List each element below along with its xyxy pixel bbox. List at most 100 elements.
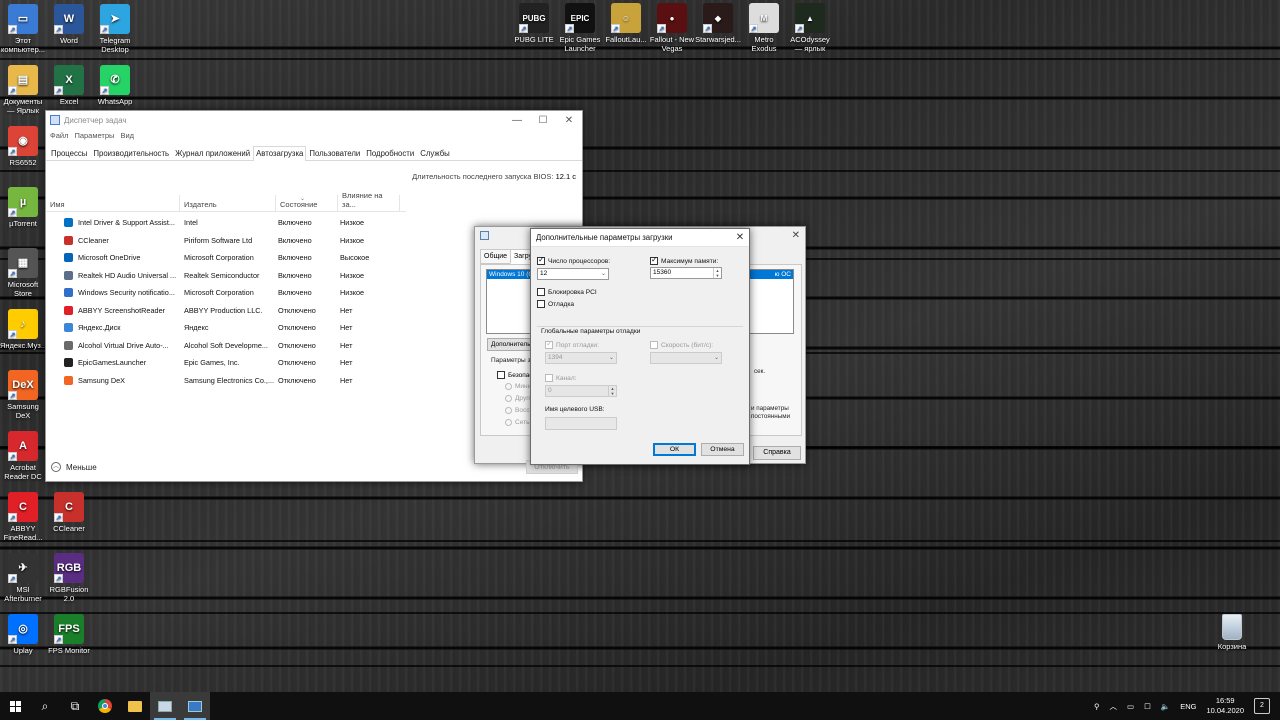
desktop-shortcut[interactable]: M ↗ Metro Exodus xyxy=(741,3,787,53)
desktop-shortcut[interactable]: ◆ ↗ Starwarsjed... xyxy=(695,3,741,44)
tab-app-history[interactable]: Журнал приложений xyxy=(172,146,253,160)
clock[interactable]: 16:59 10.04.2020 xyxy=(1206,696,1244,716)
menu-file[interactable]: Файл xyxy=(50,131,68,140)
tab-services[interactable]: Службы xyxy=(417,146,453,160)
desktop-shortcut[interactable]: RGB ↗ RGBFusion 2.0 xyxy=(46,553,92,603)
desktop-shortcut[interactable]: ▲ ↗ ACOdyssey — ярлык xyxy=(787,3,833,53)
desktop-shortcut[interactable]: PUBG ↗ PUBG LITE xyxy=(511,3,557,44)
spin-arrows-icon[interactable]: ▲ ▼ xyxy=(713,268,721,278)
column-impact[interactable]: Влияние на за... xyxy=(338,191,400,211)
task-manager-titlebar[interactable]: Диспетчер задач — ☐ ✕ xyxy=(46,111,582,129)
desktop-shortcut[interactable]: EPIC ↗ Epic Games Launcher xyxy=(557,3,603,53)
tab-general[interactable]: Общие xyxy=(480,249,512,264)
fewer-details-button[interactable]: ︿ Меньше xyxy=(51,462,97,472)
debug-port-select[interactable]: 1394 ⌄ xyxy=(545,352,617,364)
table-row[interactable]: Intel Driver & Support Assist... Intel Вкл… xyxy=(46,214,406,232)
search-icon[interactable]: ⌕ xyxy=(30,692,60,720)
desktop-shortcut[interactable]: DeX ↗ Samsung DeX xyxy=(0,370,46,420)
table-row[interactable]: Realtek HD Audio Universal ... Realtek Se… xyxy=(46,267,406,285)
msconfig-taskbar-icon[interactable] xyxy=(150,692,180,720)
desktop-shortcut[interactable]: ● ↗ Fallout - New Vegas xyxy=(649,3,695,53)
pci-lock-checkbox[interactable]: Блокировка PCI xyxy=(537,288,597,296)
dialog-titlebar[interactable]: Дополнительные параметры загрузки ✕ xyxy=(531,229,749,247)
tab-performance[interactable]: Производительность xyxy=(90,146,172,160)
chrome-icon: ◉ ↗ xyxy=(8,126,38,156)
usb-target-field[interactable] xyxy=(545,417,617,430)
table-row[interactable]: Windows Security notificatio... Microsoft… xyxy=(46,284,406,302)
desktop-shortcut[interactable]: ♪ ↗ Яндекс.Муз... xyxy=(0,309,47,350)
radio-repair[interactable]: Восст xyxy=(505,407,532,414)
notifications-icon[interactable]: 2 xyxy=(1254,698,1270,714)
tab-startup[interactable]: Автозагрузка xyxy=(253,146,307,161)
channel-checkbox[interactable]: Канал: xyxy=(545,374,577,382)
close-icon[interactable]: ✕ xyxy=(792,230,800,241)
desktop-shortcut[interactable]: ▭ ↗ Этот компьютер... xyxy=(0,4,46,54)
cpu-count-checkbox[interactable]: Число процессоров: xyxy=(537,255,610,265)
radio-network[interactable]: Сеть xyxy=(505,419,529,426)
table-row[interactable]: ABBYY ScreenshotReader ABBYY Production L… xyxy=(46,302,406,320)
desktop-shortcut[interactable]: A ↗ Acrobat Reader DC xyxy=(0,431,46,481)
safe-boot-checkbox[interactable]: Безопас xyxy=(497,371,533,379)
maximize-icon[interactable]: ☐ xyxy=(530,115,556,126)
task-manager-taskbar-icon[interactable] xyxy=(180,692,210,720)
tab-details[interactable]: Подробности xyxy=(363,146,417,160)
baud-rate-select[interactable]: ⌄ xyxy=(650,352,722,364)
desktop-shortcut[interactable]: ◎ ↗ Uplay xyxy=(0,614,46,655)
radio-alternate[interactable]: Друго xyxy=(505,395,532,402)
desktop-shortcut[interactable]: µ ↗ µTorrent xyxy=(0,187,46,228)
desktop-shortcut[interactable]: W ↗ Word xyxy=(46,4,92,45)
close-icon[interactable]: ✕ xyxy=(731,232,749,243)
chevron-up-icon[interactable]: ︿ xyxy=(1110,701,1118,712)
volume-icon[interactable]: 🔈 xyxy=(1161,702,1170,711)
cpu-count-select[interactable]: 12 ⌄ xyxy=(537,268,609,280)
icon-glyph: X xyxy=(65,73,73,86)
close-icon[interactable]: ✕ xyxy=(556,115,582,126)
help-button[interactable]: Справка xyxy=(753,446,801,460)
desktop-shortcut[interactable]: ✆ ↗ WhatsApp xyxy=(92,65,138,106)
column-status[interactable]: ⌄ Состояние xyxy=(276,195,338,211)
radio-minimal[interactable]: Мини xyxy=(505,383,531,390)
desktop-shortcut[interactable]: ◉ ↗ RS6552 xyxy=(0,126,46,167)
cancel-button[interactable]: Отмена xyxy=(701,443,744,456)
max-memory-checkbox[interactable]: Максимум памяти: xyxy=(650,255,718,265)
desktop-shortcut[interactable]: C ↗ CCleaner xyxy=(46,492,92,533)
file-explorer-icon[interactable] xyxy=(120,692,150,720)
desktop-shortcut[interactable]: FPS ↗ FPS Monitor xyxy=(46,614,92,655)
table-row[interactable]: EpicGamesLauncher Epic Games, Inc. Отключе… xyxy=(46,354,406,372)
language-indicator[interactable]: ENG xyxy=(1180,702,1196,711)
desktop-shortcut[interactable]: ➤ ↗ Telegram Desktop xyxy=(92,4,138,54)
table-row[interactable]: Microsoft OneDrive Microsoft Corporation В… xyxy=(46,249,406,267)
debug-port-checkbox[interactable]: Порт отладки: xyxy=(545,339,599,349)
tab-processes[interactable]: Процессы xyxy=(48,146,90,160)
column-name[interactable]: Имя xyxy=(46,195,180,211)
debug-checkbox[interactable]: Отладка xyxy=(537,300,574,308)
task-view-icon[interactable]: ⧉ xyxy=(60,692,90,720)
desktop-shortcut[interactable]: X ↗ Excel xyxy=(46,65,92,106)
table-row[interactable]: Alcohol Virtual Drive Auto-... Alcohol So… xyxy=(46,337,406,355)
minimize-icon[interactable]: — xyxy=(504,115,530,126)
action-center-small-icon[interactable]: ☐ xyxy=(1144,702,1151,711)
desktop-shortcut[interactable]: ☺ ↗ FalloutLau... xyxy=(603,3,649,44)
start-button[interactable] xyxy=(0,692,30,720)
max-memory-spinner[interactable]: 15360 ▲ ▼ xyxy=(650,267,722,279)
table-row[interactable]: CCleaner Piriform Software Ltd Включено Низ… xyxy=(46,232,406,250)
desktop-shortcut[interactable]: C ↗ ABBYY FineRead... xyxy=(0,492,46,542)
desktop-shortcut[interactable]: ✈ ↗ MSI Afterburner xyxy=(0,553,46,603)
table-row[interactable]: Яндекс.Диск Яндекс Отключено Нет xyxy=(46,319,406,337)
tab-users[interactable]: Пользователи xyxy=(306,146,363,160)
menu-view[interactable]: Вид xyxy=(120,131,134,140)
menu-options[interactable]: Параметры xyxy=(74,131,114,140)
radio-label: Мини xyxy=(515,383,532,390)
spin-arrows-icon[interactable]: ▲ ▼ xyxy=(608,386,616,396)
chrome-taskbar-icon[interactable] xyxy=(90,692,120,720)
recycle-bin[interactable]: Корзина xyxy=(1212,614,1252,651)
column-publisher[interactable]: Издатель xyxy=(180,195,276,211)
ok-button[interactable]: ОК xyxy=(653,443,696,456)
channel-spinner[interactable]: 0 ▲ ▼ xyxy=(545,385,617,397)
network-icon[interactable]: ▭ xyxy=(1127,702,1134,711)
desktop-shortcut[interactable]: ▦ ↗ Microsoft Store xyxy=(0,248,46,298)
desktop-shortcut[interactable]: ▤ ↗ Документы — Ярлык xyxy=(0,65,46,115)
table-row[interactable]: Samsung DeX Samsung Electronics Co.,... От… xyxy=(46,372,406,390)
baud-rate-checkbox[interactable]: Скорость (бит/с): xyxy=(650,341,713,349)
people-icon[interactable]: ⚲ xyxy=(1094,702,1100,711)
